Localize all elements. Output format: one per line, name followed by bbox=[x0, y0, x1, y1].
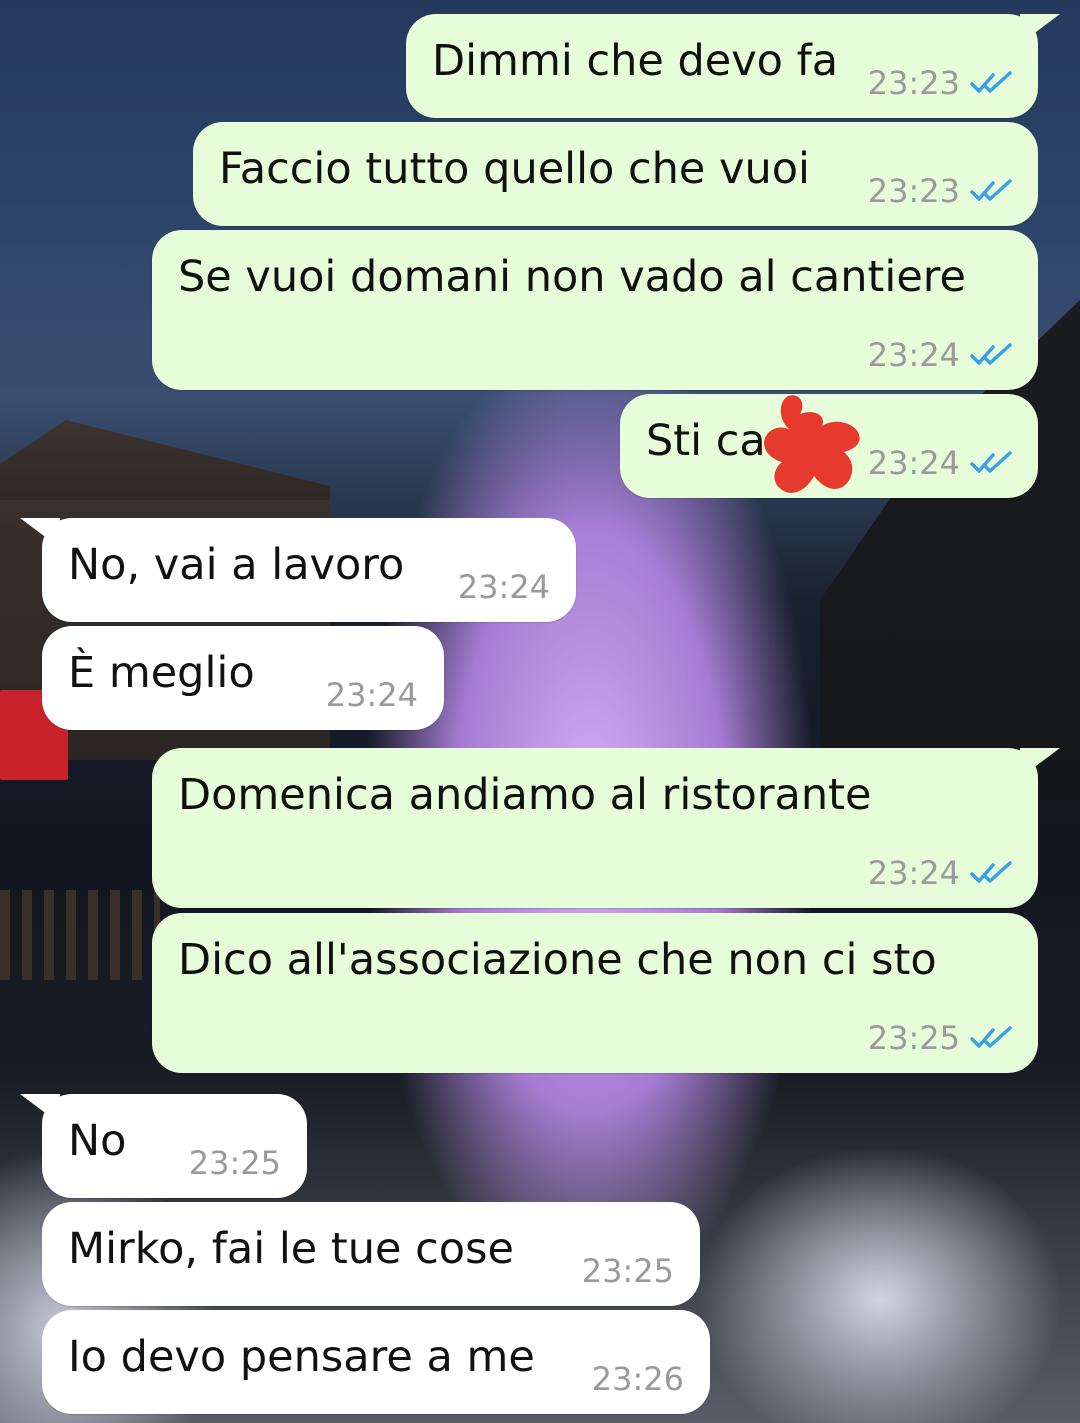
message-meta: 23:24 bbox=[868, 854, 1014, 892]
message-time: 23:25 bbox=[188, 1144, 281, 1182]
message-outgoing[interactable]: Dimmi che devo fa 23:23 bbox=[406, 14, 1060, 118]
double-check-read-icon bbox=[970, 71, 1012, 93]
message-incoming[interactable]: Mirko, fai le tue cose 23:25 bbox=[42, 1202, 700, 1306]
bubble-tail bbox=[20, 1094, 60, 1124]
message-meta: 23:25 bbox=[868, 1019, 1014, 1057]
bubble-tail bbox=[1020, 14, 1060, 44]
message-text: Io devo pensare a me bbox=[68, 1332, 535, 1382]
bubble-tail bbox=[1020, 748, 1060, 778]
message-incoming[interactable]: No 23:25 bbox=[20, 1094, 307, 1198]
message-meta: 23:23 bbox=[868, 64, 1014, 102]
message-incoming[interactable]: Io devo pensare a me 23:26 bbox=[42, 1310, 710, 1414]
message-meta: 23:24 bbox=[868, 336, 1014, 374]
message-text: No, vai a lavoro bbox=[68, 540, 405, 590]
message-meta: 23:26 bbox=[592, 1360, 684, 1398]
message-time: 23:26 bbox=[591, 1360, 684, 1398]
message-meta: 23:23 bbox=[868, 172, 1014, 210]
message-text: Mirko, fai le tue cose bbox=[68, 1224, 514, 1274]
message-incoming[interactable]: No, vai a lavoro 23:24 bbox=[20, 518, 576, 622]
double-check-read-icon bbox=[970, 861, 1012, 883]
message-text: È meglio bbox=[68, 648, 255, 698]
message-meta: 23:25 bbox=[582, 1252, 674, 1290]
message-time: 23:23 bbox=[867, 64, 960, 102]
message-time: 23:25 bbox=[867, 1019, 960, 1057]
message-meta: 23:24 bbox=[458, 568, 550, 606]
double-check-read-icon bbox=[970, 343, 1012, 365]
double-check-read-icon bbox=[970, 179, 1012, 201]
message-outgoing[interactable]: Dico all'associazione che non ci sto 23:… bbox=[152, 913, 1038, 1073]
message-text: Sti ca bbox=[646, 416, 766, 466]
message-text: Domenica andiamo al ristorante bbox=[178, 770, 872, 820]
message-text: Dico all'associazione che non ci sto bbox=[178, 935, 937, 985]
message-incoming[interactable]: È meglio 23:24 bbox=[42, 626, 444, 730]
chat-thread[interactable]: Dimmi che devo fa 23:23 Faccio tutto que… bbox=[0, 0, 1080, 1423]
double-check-read-icon bbox=[970, 451, 1012, 473]
message-time: 23:24 bbox=[867, 444, 960, 482]
message-time: 23:24 bbox=[325, 676, 418, 714]
message-meta: 23:25 bbox=[189, 1144, 281, 1182]
message-time: 23:24 bbox=[867, 336, 960, 374]
message-text: Dimmi che devo fa bbox=[432, 36, 839, 86]
bubble-tail bbox=[20, 518, 60, 548]
message-text: Se vuoi domani non vado al cantiere bbox=[178, 252, 966, 302]
message-time: 23:24 bbox=[867, 854, 960, 892]
message-meta: 23:24 bbox=[326, 676, 418, 714]
message-meta: 23:24 bbox=[868, 444, 1014, 482]
redaction-scribble bbox=[763, 395, 860, 493]
message-text: Faccio tutto quello che vuoi bbox=[219, 144, 810, 194]
message-outgoing[interactable]: Se vuoi domani non vado al cantiere 23:2… bbox=[152, 230, 1038, 390]
message-time: 23:25 bbox=[581, 1252, 674, 1290]
message-time: 23:24 bbox=[457, 568, 550, 606]
message-time: 23:23 bbox=[867, 172, 960, 210]
double-check-read-icon bbox=[970, 1026, 1012, 1048]
message-outgoing[interactable]: Faccio tutto quello che vuoi 23:23 bbox=[193, 122, 1038, 226]
message-text: No bbox=[68, 1116, 127, 1166]
message-outgoing[interactable]: Domenica andiamo al ristorante 23:24 bbox=[152, 748, 1060, 908]
